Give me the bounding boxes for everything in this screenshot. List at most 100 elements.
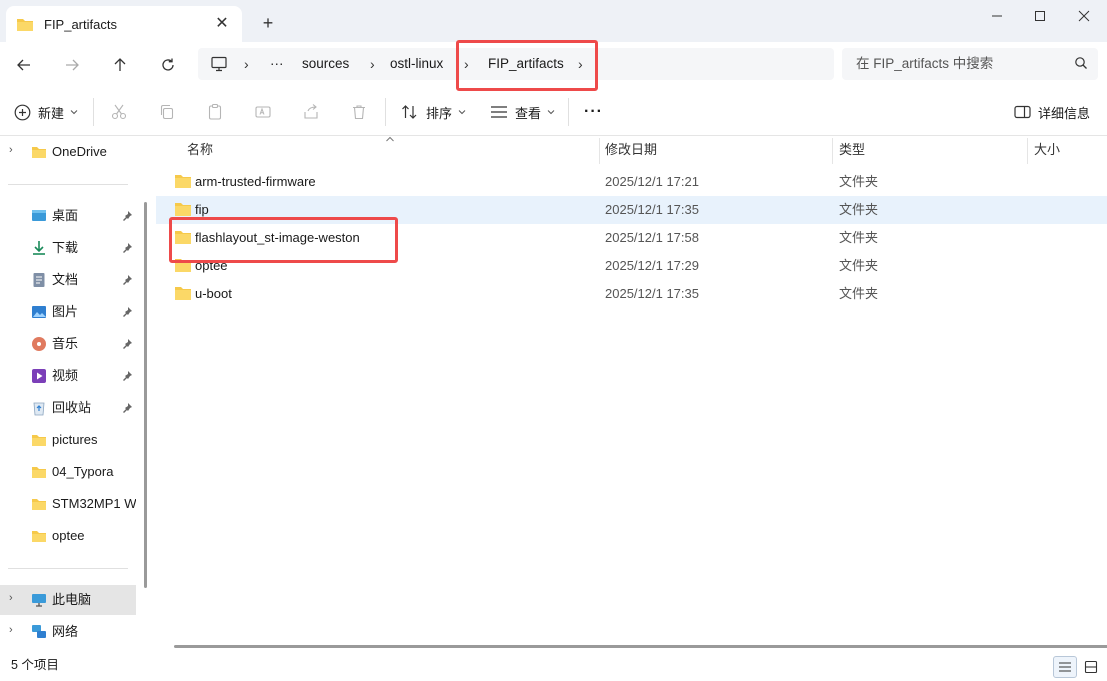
network-icon <box>32 625 46 638</box>
document-icon <box>33 273 45 287</box>
sidebar-item-this-pc[interactable]: › 此电脑 <box>0 585 136 615</box>
up-button[interactable] <box>106 52 134 78</box>
refresh-button[interactable] <box>154 52 182 78</box>
pin-icon <box>123 403 132 413</box>
sidebar-item-folder[interactable]: optee <box>0 521 136 551</box>
sidebar-item-network[interactable]: › 网络 <box>0 617 136 647</box>
sidebar-divider <box>8 184 128 185</box>
rename-button[interactable] <box>253 102 273 122</box>
view-button[interactable]: 查看 <box>490 100 555 124</box>
file-modified: 2025/12/1 17:58 <box>605 230 699 245</box>
sidebar-item-label: optee <box>52 528 85 543</box>
file-list: 名称 修改日期 类型 大小 arm-trusted-firmware 2025/… <box>156 136 1107 650</box>
plus-circle-icon <box>14 104 31 120</box>
tab-fip-artifacts[interactable]: FIP_artifacts ✕ <box>6 6 242 42</box>
new-tab-button[interactable]: + <box>256 12 280 36</box>
computer-icon <box>32 594 46 607</box>
cut-button[interactable] <box>109 102 129 122</box>
file-type: 文件夹 <box>839 230 879 245</box>
forward-button[interactable] <box>58 52 86 78</box>
minimize-button[interactable] <box>974 4 1020 28</box>
tab-title: FIP_artifacts <box>44 16 117 32</box>
sidebar-item-label: STM32MP1 Wi <box>52 496 136 511</box>
new-button[interactable]: 新建 <box>14 100 78 124</box>
copy-button[interactable] <box>157 102 177 122</box>
pin-icon <box>123 339 132 349</box>
sidebar-item-folder[interactable]: STM32MP1 Wi <box>0 489 136 519</box>
folder-icon <box>175 175 191 188</box>
close-icon <box>1078 10 1090 22</box>
tab-close-icon[interactable]: ✕ <box>212 14 232 34</box>
sidebar-item-label: OneDrive <box>52 144 107 159</box>
toolbar-divider <box>385 98 386 126</box>
column-header-type[interactable]: 类型 <box>839 136 865 164</box>
file-name: arm-trusted-firmware <box>195 174 316 189</box>
recycle-bin-icon <box>33 402 45 416</box>
folder-icon <box>32 435 46 446</box>
folder-icon <box>32 531 46 542</box>
rename-icon <box>255 106 271 118</box>
maximize-icon <box>1035 11 1045 21</box>
details-pane-button[interactable]: 详细信息 <box>1014 100 1090 124</box>
column-header-size[interactable]: 大小 <box>1034 136 1060 164</box>
details-label: 详细信息 <box>1038 105 1091 121</box>
sidebar-item-pictures[interactable]: 图片 <box>0 297 136 327</box>
tiles-view-icon <box>1084 660 1098 674</box>
sidebar-item-recycle-bin[interactable]: 回收站 <box>0 393 136 423</box>
sidebar-item-documents[interactable]: 文档 <box>0 265 136 295</box>
details-view-button[interactable] <box>1053 656 1077 678</box>
chevron-right-icon: › <box>9 592 13 604</box>
maximize-button[interactable] <box>1017 4 1063 28</box>
toolbar-divider <box>93 98 94 126</box>
back-button[interactable] <box>10 52 38 78</box>
details-view-icon <box>1059 662 1071 672</box>
tiles-view-button[interactable] <box>1079 656 1103 678</box>
pin-icon <box>123 307 132 317</box>
breadcrumb-separator: › <box>370 56 375 72</box>
delete-button[interactable] <box>349 102 369 122</box>
column-divider[interactable] <box>1027 138 1028 164</box>
arrow-right-icon <box>66 59 79 71</box>
column-header-modified[interactable]: 修改日期 <box>605 136 657 164</box>
breadcrumb-more[interactable]: ··· <box>270 48 284 80</box>
chevron-right-icon: › <box>9 144 13 156</box>
scissors-icon <box>111 104 127 120</box>
breadcrumb-sources[interactable]: sources <box>302 48 349 80</box>
close-button[interactable] <box>1061 4 1107 28</box>
clipboard-icon <box>208 103 222 120</box>
sidebar-item-folder[interactable]: pictures <box>0 425 136 455</box>
paste-button[interactable] <box>205 102 225 122</box>
column-header-name[interactable]: 名称 <box>187 136 213 164</box>
chevron-down-icon <box>547 110 555 115</box>
sidebar-item-downloads[interactable]: 下载 <box>0 233 136 263</box>
search-box[interactable]: 在 FIP_artifacts 中搜索 <box>842 48 1098 80</box>
see-more-button[interactable]: ··· <box>584 100 603 124</box>
horizontal-scrollbar[interactable] <box>174 645 1107 648</box>
pin-icon <box>123 243 132 253</box>
column-divider[interactable] <box>832 138 833 164</box>
sidebar-item-label: 网络 <box>52 624 79 639</box>
breadcrumb-separator: › <box>244 56 249 72</box>
sidebar-item-onedrive[interactable]: › OneDrive <box>0 137 136 167</box>
view-label: 查看 <box>515 105 542 121</box>
sidebar-scrollbar[interactable] <box>144 202 147 588</box>
sort-ascending-icon <box>386 136 394 142</box>
search-input[interactable]: 在 FIP_artifacts 中搜索 <box>856 48 993 80</box>
pictures-icon <box>32 306 46 318</box>
column-divider[interactable] <box>599 138 600 164</box>
sort-button[interactable]: 排序 <box>401 100 466 124</box>
sidebar-item-music[interactable]: 音乐 <box>0 329 136 359</box>
share-button[interactable] <box>301 102 321 122</box>
folder-icon <box>32 147 46 158</box>
table-row[interactable]: u-boot 2025/12/1 17:35 文件夹 <box>156 280 1107 308</box>
copy-icon <box>160 104 174 120</box>
file-modified: 2025/12/1 17:35 <box>605 202 699 217</box>
sidebar-item-folder[interactable]: 04_Typora <box>0 457 136 487</box>
sidebar-item-videos[interactable]: 视频 <box>0 361 136 391</box>
folder-icon <box>32 467 46 478</box>
breadcrumb-ostl-linux[interactable]: ostl-linux <box>390 48 443 80</box>
file-name: u-boot <box>195 286 232 301</box>
sidebar-item-desktop[interactable]: 桌面 <box>0 201 136 231</box>
folder-icon <box>175 287 191 300</box>
table-row[interactable]: arm-trusted-firmware 2025/12/1 17:21 文件夹 <box>156 168 1107 196</box>
